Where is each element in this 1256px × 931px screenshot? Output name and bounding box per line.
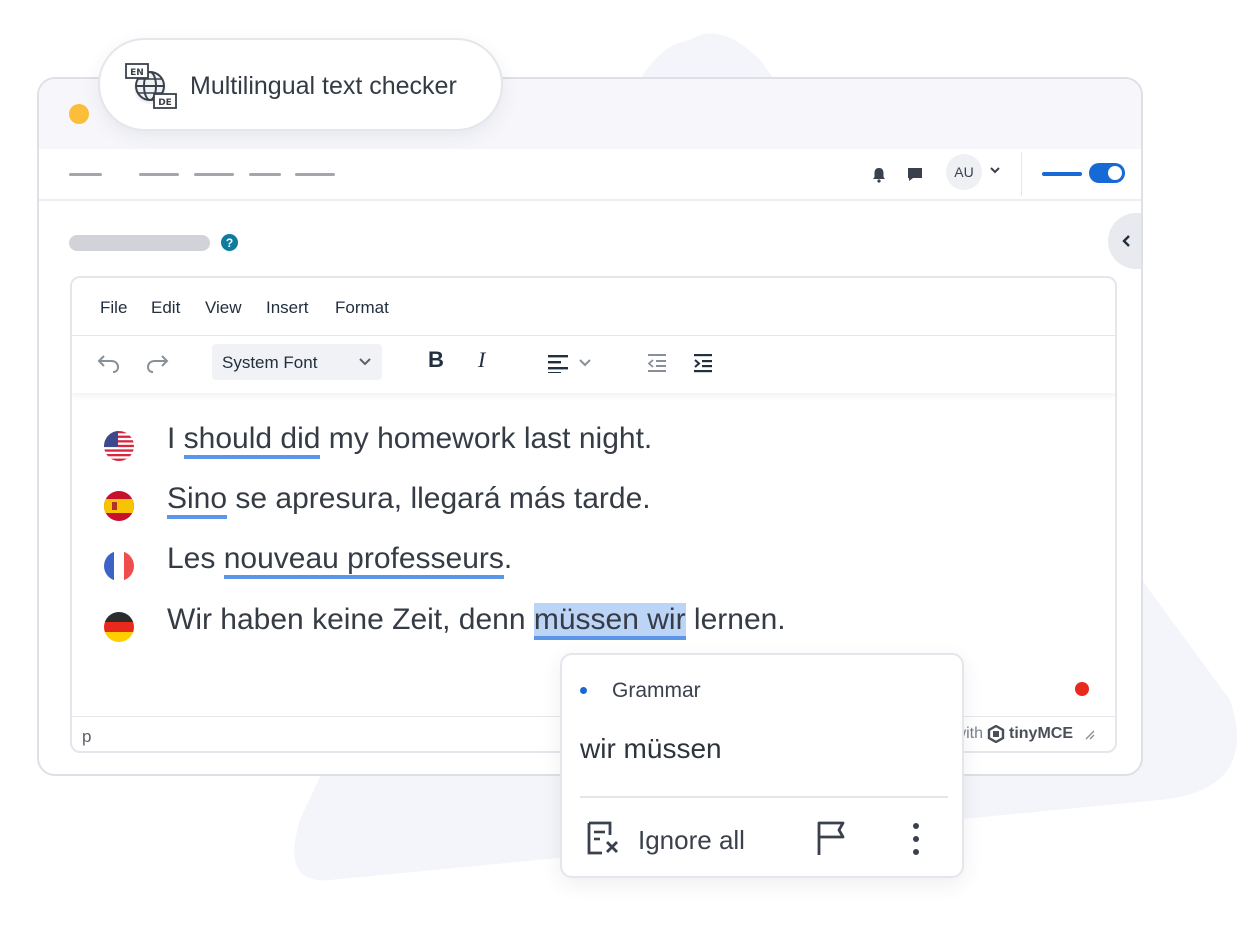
chat-icon[interactable] (905, 165, 925, 185)
menu-bar: File Edit View Insert Format (72, 278, 1115, 336)
side-panel-toggle[interactable] (1108, 213, 1141, 269)
text-segment: Les (167, 542, 224, 575)
es-flag-icon (104, 491, 134, 521)
text-line[interactable]: Les nouveau professeurs. (167, 542, 513, 579)
toggle-knob (1108, 166, 1122, 180)
outdent-icon[interactable] (646, 352, 668, 374)
bell-icon[interactable] (870, 166, 888, 184)
powered-by-brand[interactable]: with tinyMCE (955, 725, 1095, 743)
badge-title: Multilingual text checker (190, 72, 457, 100)
feature-badge: EN DE Multilingual text checker (98, 38, 503, 131)
text-line[interactable]: Sino se apresura, llegará más tarde. (167, 482, 651, 519)
menu-insert[interactable]: Insert (266, 298, 309, 318)
menu-edit[interactable]: Edit (151, 298, 180, 318)
bold-button[interactable]: B (428, 347, 444, 373)
text-segment: se apresura, llegará más tarde. (227, 482, 651, 515)
svg-text:EN: EN (130, 68, 144, 78)
category-dot (580, 687, 587, 694)
app-header: AU (39, 149, 1141, 201)
text-segment: . (503, 542, 513, 575)
menu-view[interactable]: View (205, 298, 242, 318)
grammar-error-highlight[interactable]: Sino (167, 482, 228, 519)
flag-icon[interactable] (814, 819, 848, 857)
resize-handle-icon[interactable] (1083, 728, 1095, 740)
grammar-error-highlight[interactable]: nouveau professeurs (223, 542, 504, 579)
text-line[interactable]: I should did my homework last night. (167, 422, 653, 459)
indent-icon[interactable] (692, 352, 714, 374)
font-family-value: System Font (222, 353, 318, 372)
align-left-icon[interactable] (548, 353, 570, 373)
menu-file[interactable]: File (100, 298, 127, 318)
nav-placeholder[interactable] (194, 173, 234, 176)
help-icon[interactable]: ? (221, 234, 238, 251)
font-family-select[interactable]: System Font (212, 344, 382, 380)
text-segment: lernen. (685, 603, 786, 636)
nav-placeholder[interactable] (69, 173, 102, 176)
chevron-down-icon[interactable] (578, 357, 592, 369)
suggestion-category: Grammar (612, 679, 701, 702)
redo-icon[interactable] (144, 351, 170, 375)
toggle-track-line (1042, 172, 1082, 176)
grammar-error-highlight[interactable]: should did (183, 422, 321, 459)
grammar-error-selected[interactable]: müssen wir (533, 603, 686, 640)
brand-name: tinyMCE (1009, 725, 1073, 742)
suggestion-replacement[interactable]: wir müssen (580, 733, 722, 765)
nav-placeholder[interactable] (139, 173, 179, 176)
checker-toggle[interactable] (1089, 163, 1125, 183)
suggestion-popup: Grammar wir müssen Ignore all (560, 653, 964, 878)
page-title-placeholder (69, 235, 210, 251)
fr-flag-icon (104, 551, 134, 581)
italic-button[interactable]: I (478, 347, 485, 373)
window-dot[interactable] (69, 104, 89, 124)
svg-text:DE: DE (158, 98, 172, 108)
undo-icon[interactable] (96, 351, 122, 375)
avatar[interactable]: AU (946, 154, 982, 190)
ignore-all-button[interactable]: Ignore all (638, 825, 745, 856)
translate-globe-icon: EN DE (125, 63, 177, 109)
de-flag-icon (104, 612, 134, 642)
divider (580, 796, 948, 798)
toolbar: System Font B I (72, 337, 1115, 393)
more-options-icon[interactable] (910, 821, 922, 857)
tinymce-logo-icon (987, 725, 1005, 743)
chevron-down-icon[interactable] (989, 164, 1001, 176)
text-segment: Wir haben keine Zeit, denn (167, 603, 534, 636)
checker-status-dot[interactable] (1075, 682, 1089, 696)
chevron-down-icon (359, 358, 371, 366)
menu-format[interactable]: Format (335, 298, 389, 318)
nav-placeholder[interactable] (295, 173, 335, 176)
ignore-all-icon[interactable] (584, 819, 622, 857)
element-path[interactable]: p (82, 727, 91, 747)
divider (1021, 152, 1022, 196)
us-flag-icon (104, 431, 134, 461)
text-segment: my homework last night. (320, 422, 653, 455)
chevron-left-icon (1122, 235, 1130, 247)
text-line[interactable]: Wir haben keine Zeit, denn müssen wir le… (167, 603, 786, 640)
nav-placeholder[interactable] (249, 173, 281, 176)
text-segment: I (167, 422, 184, 455)
